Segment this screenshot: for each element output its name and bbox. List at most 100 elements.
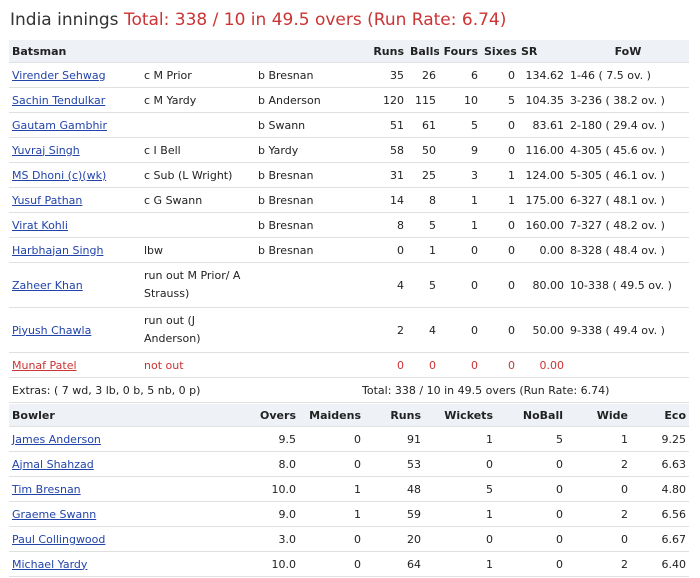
batsman-link[interactable]: Gautam Gambhir — [12, 119, 107, 132]
dismissal: c I Bell — [141, 137, 255, 163]
bowler-link[interactable]: Graeme Swann — [12, 508, 96, 521]
dismissal-bowler — [255, 352, 359, 378]
strike-rate: 134.62 — [518, 62, 567, 88]
sixes: 0 — [481, 352, 518, 378]
batsman-link[interactable]: Sachin Tendulkar — [12, 94, 105, 107]
batsman-link[interactable]: Virender Sehwag — [12, 69, 106, 82]
runs-conceded: 48 — [364, 476, 424, 502]
bowler-link[interactable]: James Anderson — [12, 433, 101, 446]
sixes: 0 — [481, 237, 518, 263]
wides: 0 — [566, 526, 631, 552]
overs-header: Overs — [179, 404, 299, 427]
overs: 10.0 — [179, 551, 299, 577]
strike-rate: 116.00 — [518, 137, 567, 163]
batsman-row: MS Dhoni (c)(wk) c Sub (L Wright) b Bres… — [9, 162, 689, 188]
batsman-row: Sachin Tendulkar c M Yardy b Anderson 12… — [9, 87, 689, 113]
fall-of-wicket: 1-46 ( 7.5 ov. ) — [567, 62, 689, 88]
wickets-header: Wickets — [424, 404, 496, 427]
dismissal — [141, 112, 255, 138]
noballs: 5 — [496, 426, 566, 452]
fall-of-wicket: 3-236 ( 38.2 ov. ) — [567, 87, 689, 113]
batsman-link[interactable]: Yusuf Pathan — [12, 194, 82, 207]
fall-of-wicket: 2-180 ( 29.4 ov. ) — [567, 112, 689, 138]
balls: 8 — [407, 187, 439, 213]
overs: 9.0 — [179, 501, 299, 527]
wickets: 0 — [424, 451, 496, 477]
batsman-link[interactable]: Harbhajan Singh — [12, 244, 103, 257]
batsman-link[interactable]: MS Dhoni (c)(wk) — [12, 169, 106, 182]
noballs: 0 — [496, 501, 566, 527]
runs: 120 — [359, 87, 407, 113]
batsman-link[interactable]: Piyush Chawla — [12, 324, 91, 337]
runs-conceded: 91 — [364, 426, 424, 452]
runs: 8 — [359, 212, 407, 238]
runs-conceded: 20 — [364, 526, 424, 552]
batting-header-row: Batsman Runs Balls Fours Sixes SR FoW — [9, 40, 689, 63]
balls: 4 — [407, 307, 439, 353]
sr-header: SR — [518, 40, 567, 63]
balls: 25 — [407, 162, 439, 188]
batsman-row: Yuvraj Singh c I Bell b Yardy 58 50 9 0 … — [9, 137, 689, 163]
maidens-header: Maidens — [299, 404, 364, 427]
batsman-link[interactable]: Virat Kohli — [12, 219, 68, 232]
bowler-link[interactable]: Paul Collingwood — [12, 533, 105, 546]
economy: 9.25 — [631, 426, 689, 452]
fours: 3 — [439, 162, 481, 188]
dismissal: c G Swann — [141, 187, 255, 213]
innings-total: Total: 338 / 10 in 49.5 overs (Run Rate:… — [123, 10, 507, 30]
dismissal-bowler — [255, 262, 359, 308]
bowler-link[interactable]: Tim Bresnan — [12, 483, 81, 496]
maidens: 1 — [299, 501, 364, 527]
dismissal-bowler: b Bresnan — [255, 62, 359, 88]
batsman-header: Batsman — [9, 40, 141, 63]
wickets: 1 — [424, 551, 496, 577]
batsman-link[interactable]: Munaf Patel — [12, 359, 77, 372]
batsman-link[interactable]: Yuvraj Singh — [12, 144, 80, 157]
sixes: 1 — [481, 187, 518, 213]
fours: 6 — [439, 62, 481, 88]
bowler-row: Paul Collingwood 3.0 0 20 0 0 0 6.67 — [9, 526, 689, 552]
scorecard-page: India innings Total: 338 / 10 in 49.5 ov… — [0, 0, 700, 578]
strike-rate: 83.61 — [518, 112, 567, 138]
noballs: 0 — [496, 476, 566, 502]
wickets: 0 — [424, 526, 496, 552]
bowler-link[interactable]: Michael Yardy — [12, 558, 87, 571]
runs-conceded: 59 — [364, 501, 424, 527]
dismissal-bowler: b Bresnan — [255, 212, 359, 238]
wides: 2 — [566, 501, 631, 527]
bowler-link[interactable]: Ajmal Shahzad — [12, 458, 94, 471]
strike-rate: 124.00 — [518, 162, 567, 188]
fall-of-wicket: 6-327 ( 48.1 ov. ) — [567, 187, 689, 213]
fall-of-wicket: 8-328 ( 48.4 ov. ) — [567, 237, 689, 263]
runs: 51 — [359, 112, 407, 138]
fours: 5 — [439, 112, 481, 138]
maidens: 0 — [299, 551, 364, 577]
wide-header: Wide — [566, 404, 631, 427]
runs: 0 — [359, 352, 407, 378]
strike-rate: 80.00 — [518, 262, 567, 308]
bowler-row: Tim Bresnan 10.0 1 48 5 0 0 4.80 — [9, 476, 689, 502]
wides: 2 — [566, 451, 631, 477]
maidens: 1 — [299, 476, 364, 502]
overs: 9.5 — [179, 426, 299, 452]
batsman-row: Harbhajan Singh lbw b Bresnan 0 1 0 0 0.… — [9, 237, 689, 263]
wickets: 1 — [424, 501, 496, 527]
eco-header: Eco — [631, 404, 689, 427]
innings-total-summary: Total: 338 / 10 in 49.5 overs (Run Rate:… — [359, 377, 689, 403]
batting-table: Batsman Runs Balls Fours Sixes SR FoW Vi… — [9, 40, 689, 403]
balls: 115 — [407, 87, 439, 113]
fours: 0 — [439, 352, 481, 378]
fall-of-wicket: 10-338 ( 49.5 ov. ) — [567, 262, 689, 308]
batsman-link[interactable]: Zaheer Khan — [12, 279, 83, 292]
overs: 10.0 — [179, 476, 299, 502]
maidens: 0 — [299, 451, 364, 477]
runs: 14 — [359, 187, 407, 213]
fours: 10 — [439, 87, 481, 113]
dismissal: lbw — [141, 237, 255, 263]
fall-of-wicket: 7-327 ( 48.2 ov. ) — [567, 212, 689, 238]
balls: 61 — [407, 112, 439, 138]
fow-header: FoW — [567, 40, 689, 63]
fall-of-wicket: 4-305 ( 45.6 ov. ) — [567, 137, 689, 163]
fours: 9 — [439, 137, 481, 163]
balls-header: Balls — [407, 40, 439, 63]
